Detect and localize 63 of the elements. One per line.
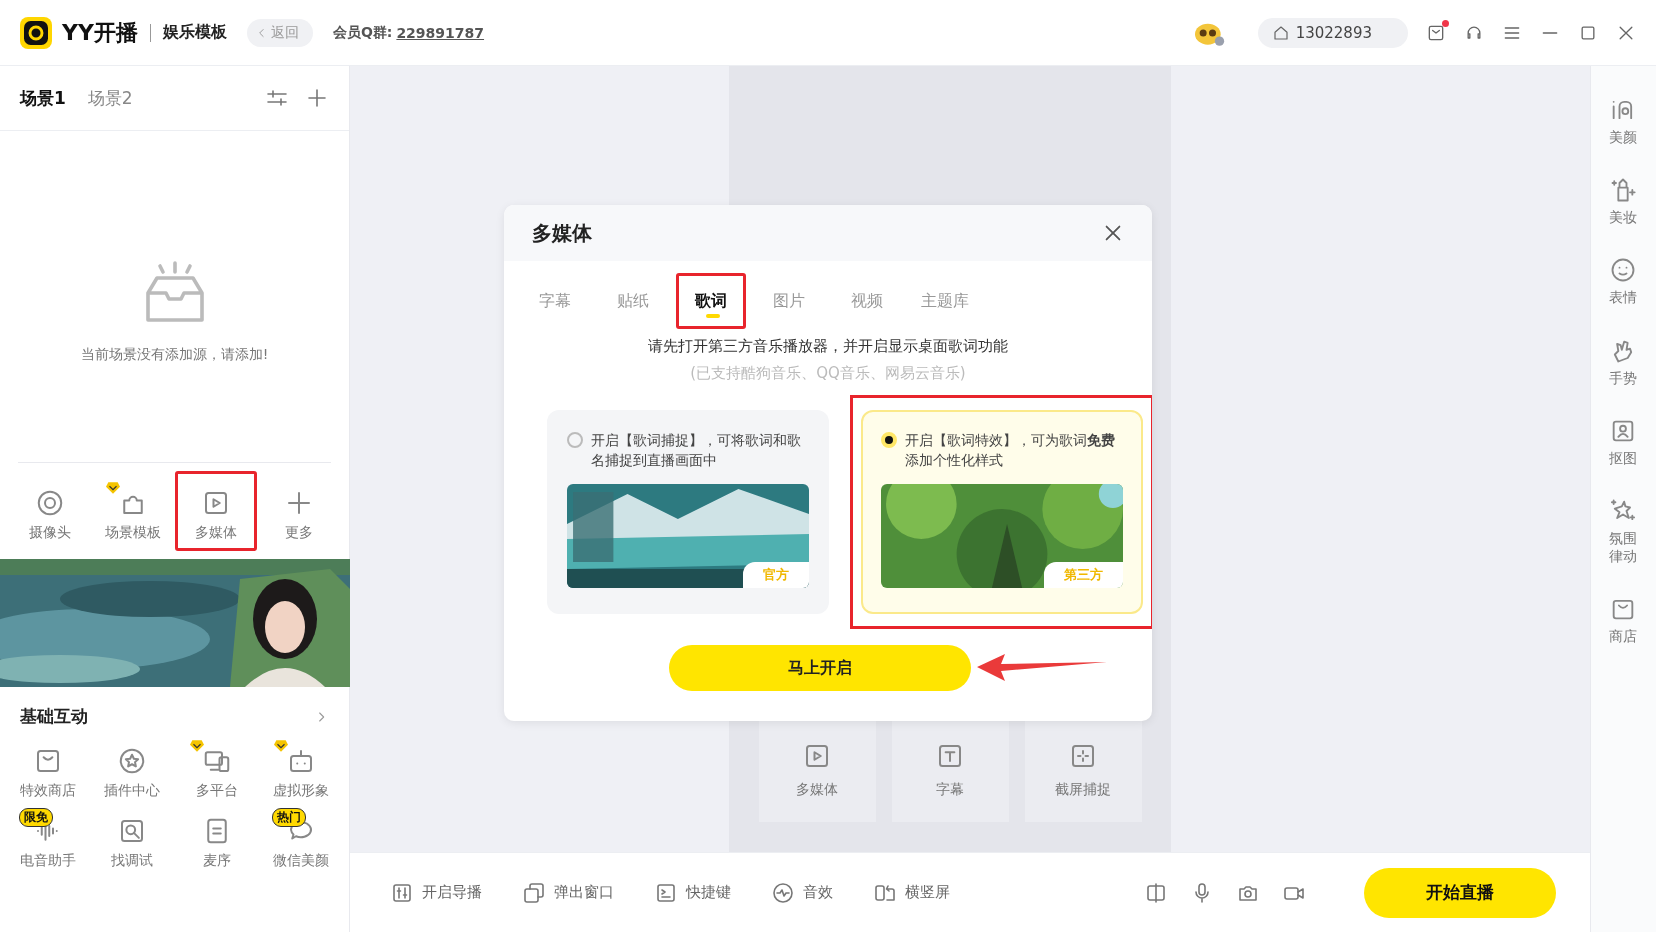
toolbar-button[interactable]: 横竖屏 [873, 880, 950, 905]
mode-label: 娱乐模板 [162, 22, 227, 43]
section-title: 基础互动 [20, 705, 88, 728]
group-label: 会员Q群: [332, 23, 393, 42]
windows-icon [522, 880, 546, 905]
source-tool[interactable]: 更多 [258, 471, 341, 551]
badge: 热门 [271, 808, 306, 827]
user-id-pill[interactable]: 13022893 [1257, 17, 1408, 48]
add-source-tile[interactable]: 截屏捕捉 [1024, 718, 1142, 822]
source-tool[interactable]: 多媒体 [175, 471, 258, 551]
toolbar-button[interactable]: 开启导播 [390, 880, 482, 905]
tab[interactable]: 视频 [832, 273, 902, 329]
feature-item[interactable]: 找调试 [90, 806, 175, 870]
toolbar-button[interactable]: 弹出窗口 [522, 880, 614, 905]
sidebar-item[interactable]: 表情 [1608, 256, 1639, 307]
scene-tab[interactable]: 场景1 [20, 86, 66, 110]
sidebar-item[interactable]: 手势 [1608, 336, 1639, 387]
empty-message: 当前场景没有添加源，请添加! [80, 345, 269, 364]
feature-item[interactable]: 麦序 [174, 806, 259, 870]
enable-button[interactable]: 马上开启 [669, 645, 971, 691]
add-source-tile[interactable]: 多媒体 [758, 718, 876, 822]
sidebar-item[interactable]: 美妆 [1608, 176, 1639, 227]
sidebar-item[interactable]: 抠图 [1608, 416, 1639, 467]
option-card[interactable]: 开启【歌词特效】，可为歌词免费添加个性化样式 第三方 [861, 410, 1143, 614]
sidebar-item[interactable]: 商店 [1608, 595, 1639, 646]
user-id: 13022893 [1295, 23, 1372, 42]
source-tag: 官方 [743, 562, 809, 588]
logo-icon [20, 16, 52, 49]
option-text: 开启【歌词特效】，可为歌词免费添加个性化样式 [905, 431, 1116, 470]
sidebar-item[interactable]: 氛围律动 [1608, 496, 1639, 566]
group-number-link[interactable]: 229891787 [396, 24, 485, 41]
scene-tab[interactable]: 场景2 [87, 86, 133, 110]
option-text: 开启【歌词捕捉】，可将歌词和歌名捕捉到直播画面中 [591, 431, 802, 470]
feature-item[interactable]: 多平台 [174, 736, 259, 800]
feature-item[interactable]: 限免 电音助手 [6, 806, 91, 870]
feature-item[interactable]: 特效商店 [6, 736, 91, 800]
supported-players-text: (已支持酷狗音乐、QQ音乐、网易云音乐) [689, 364, 967, 383]
tab[interactable]: 字幕 [520, 273, 590, 329]
tab[interactable]: 贴纸 [598, 273, 668, 329]
sidebar-item[interactable]: 美颜 [1608, 96, 1639, 147]
add-icon[interactable] [305, 86, 329, 110]
feature-item[interactable]: 热门 微信美颜 [258, 806, 343, 870]
tab[interactable]: 主题库 [910, 273, 980, 329]
feature-item[interactable]: 插件中心 [90, 736, 175, 800]
waveform-icon [771, 880, 795, 905]
radio-button[interactable] [567, 432, 583, 448]
source-tag: 第三方 [1044, 562, 1123, 588]
tab[interactable]: 歌词 [676, 273, 746, 329]
app-name: YY开播 [62, 18, 138, 47]
layout-icon[interactable] [1144, 880, 1168, 905]
dialog-title: 多媒体 [532, 219, 592, 247]
add-source-tile[interactable]: 字幕 [891, 718, 1009, 822]
toolbar-button[interactable]: 快捷键 [654, 880, 731, 905]
source-tool[interactable]: 场景模板 [91, 471, 174, 551]
toolbar-button[interactable]: 音效 [771, 880, 833, 905]
tab[interactable]: 图片 [754, 273, 824, 329]
instruction-text: 请先打开第三方音乐播放器，并开启显示桌面歌词功能 [647, 337, 1009, 356]
badge: 限免 [19, 808, 54, 827]
feature-item[interactable]: 虚拟形象 [258, 736, 343, 800]
back-button[interactable]: 返回 [246, 18, 313, 47]
start-live-button[interactable]: 开始直播 [1364, 867, 1556, 918]
option-card[interactable]: 开启【歌词捕捉】，可将歌词和歌名捕捉到直播画面中 官方 [547, 410, 829, 614]
source-tool[interactable]: 摄像头 [8, 471, 91, 551]
